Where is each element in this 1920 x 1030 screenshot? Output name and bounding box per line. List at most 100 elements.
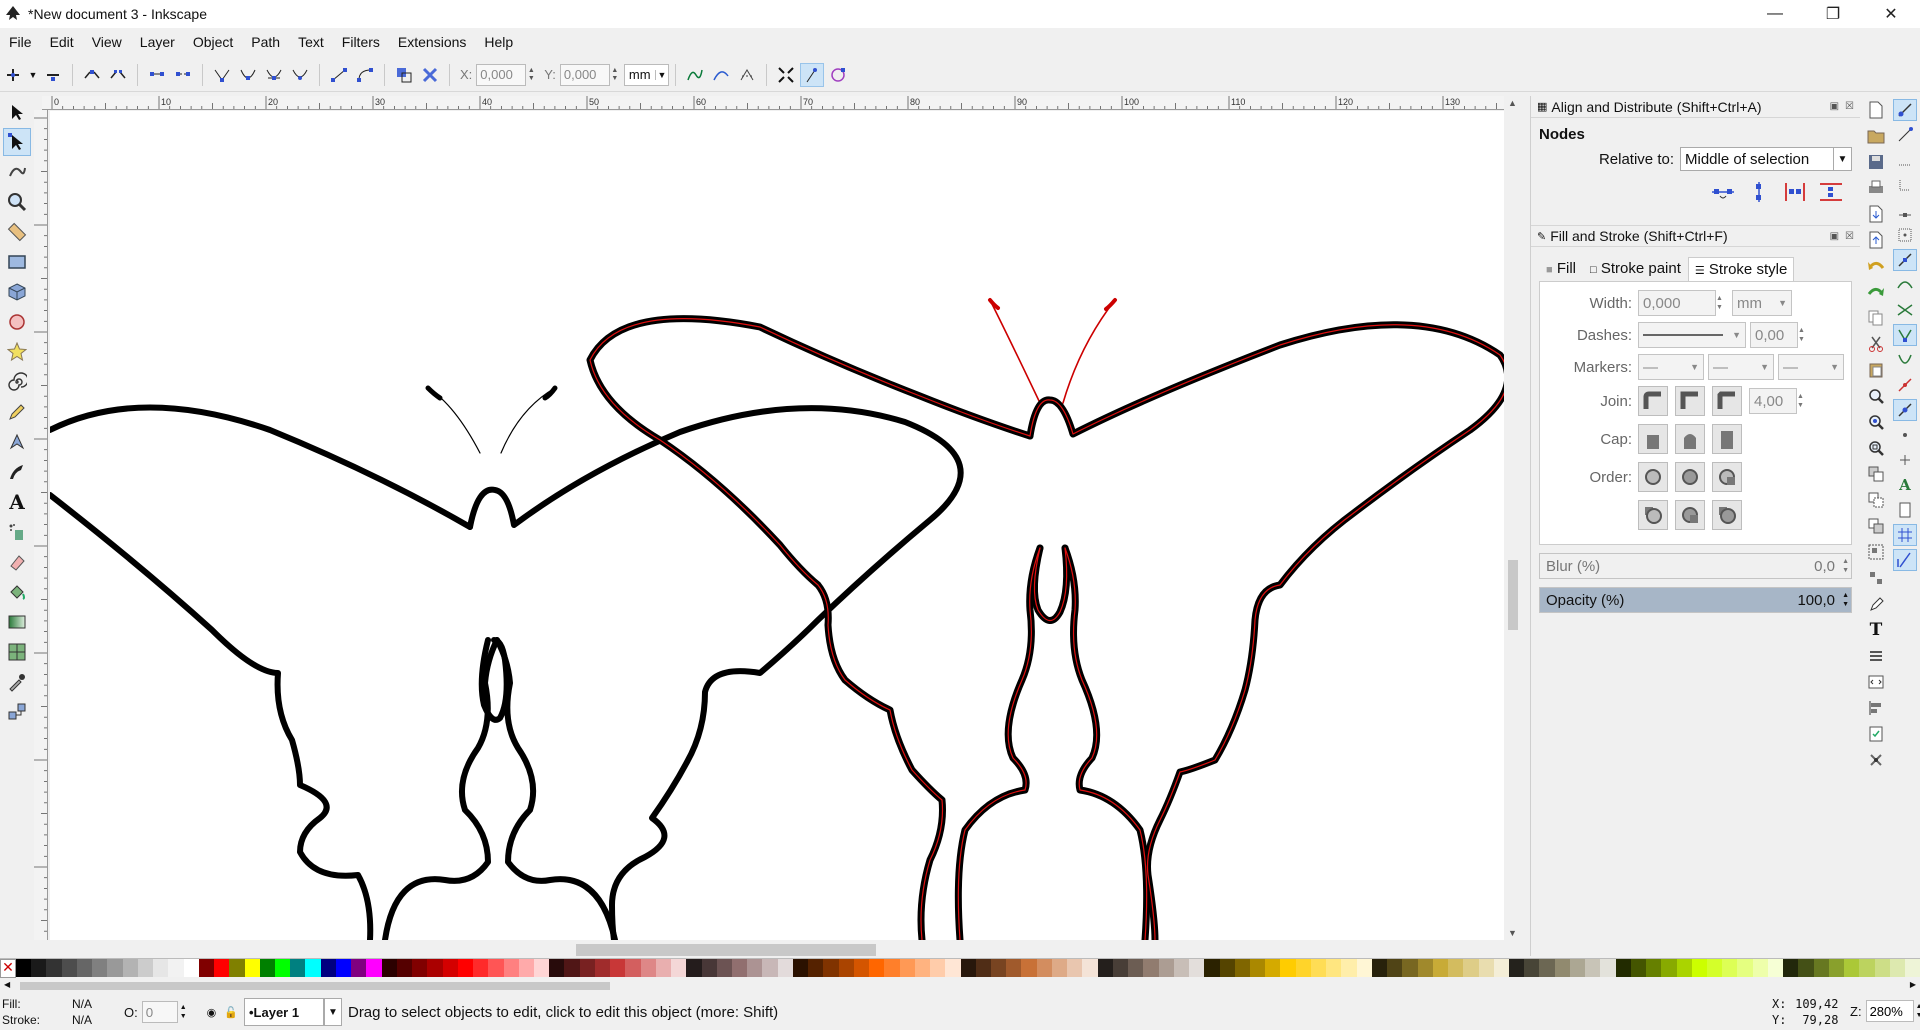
snap-text-baseline-icon[interactable]: A [1893, 474, 1917, 496]
color-swatch[interactable] [1387, 959, 1403, 977]
color-swatch[interactable] [1402, 959, 1418, 977]
color-swatch[interactable] [518, 959, 534, 977]
color-swatch[interactable] [1280, 959, 1296, 977]
color-swatch[interactable] [274, 959, 291, 977]
distribute-nodes-horizontal-icon[interactable] [1780, 179, 1810, 205]
color-swatch[interactable] [168, 959, 184, 977]
start-marker-select[interactable]: — ▼ [1638, 354, 1704, 380]
blur-spinner-icon[interactable]: ▲ ▼ [1842, 557, 1849, 575]
show-path-effect-icon[interactable] [709, 63, 733, 87]
current-layer-select[interactable]: • Layer 1 [243, 998, 324, 1026]
delete-segment-icon[interactable] [171, 63, 195, 87]
palette-scrollbar[interactable]: ◀ ▶ [0, 980, 1920, 992]
zoom-drawing-icon[interactable] [1864, 411, 1888, 433]
color-swatch[interactable] [1859, 959, 1875, 977]
show-handles-icon[interactable] [800, 62, 825, 87]
color-swatch[interactable] [1006, 959, 1022, 977]
align-nodes-vertical-icon[interactable] [1744, 179, 1774, 205]
color-swatch[interactable] [1676, 959, 1692, 977]
color-swatch[interactable] [1158, 959, 1174, 977]
miter-spinner-icon[interactable]: ▲ ▼ [1797, 392, 1809, 410]
new-document-icon[interactable] [1864, 99, 1888, 121]
color-swatch[interactable] [1067, 959, 1083, 977]
menu-layer[interactable]: Layer [131, 34, 184, 50]
show-transform-handles-icon[interactable] [774, 63, 798, 87]
layer-visibility-icon[interactable]: ◉ [207, 1006, 217, 1019]
color-swatch[interactable] [625, 959, 641, 977]
insert-dropdown-icon[interactable]: ▼ [27, 63, 39, 87]
vertical-scrollbar[interactable]: ▲ ▼ [1506, 96, 1520, 940]
color-swatch[interactable] [701, 959, 717, 977]
color-swatch[interactable] [1783, 959, 1799, 977]
color-swatch[interactable] [762, 959, 778, 977]
close-icon[interactable]: ✕ [1862, 0, 1920, 28]
star-tool-icon[interactable] [3, 338, 31, 366]
document-properties-icon[interactable] [1864, 749, 1888, 771]
show-path-outline-icon[interactable] [826, 63, 850, 87]
redo-icon[interactable] [1864, 281, 1888, 303]
order-markers-stroke-fill-icon[interactable] [1712, 500, 1742, 530]
unlink-clone-icon[interactable] [1864, 515, 1888, 537]
calligraphy-tool-icon[interactable] [3, 458, 31, 486]
color-swatch[interactable] [1249, 959, 1266, 977]
snap-guide-icon[interactable] [1893, 549, 1917, 571]
color-swatch[interactable] [1585, 959, 1601, 977]
paint-bucket-tool-icon[interactable] [3, 578, 31, 606]
vertical-scroll-thumb[interactable] [1508, 560, 1518, 630]
mid-marker-select[interactable]: — ▼ [1708, 354, 1774, 380]
3d-box-tool-icon[interactable] [3, 278, 31, 306]
snap-object-midpoint-icon[interactable] [1893, 424, 1917, 446]
connector-tool-icon[interactable] [3, 698, 31, 726]
snap-smooth-nodes-icon[interactable] [1893, 349, 1917, 371]
text-tool-icon[interactable]: A [3, 488, 31, 516]
color-swatch[interactable] [1844, 959, 1860, 977]
print-icon[interactable] [1864, 177, 1888, 199]
snap-bbox-center-icon[interactable] [1893, 224, 1917, 246]
color-swatch[interactable] [381, 959, 397, 977]
color-swatch[interactable] [351, 959, 367, 977]
snap-enable-icon[interactable] [1893, 99, 1917, 121]
scroll-up-icon[interactable]: ▲ [1508, 98, 1517, 108]
color-swatch[interactable] [442, 959, 458, 977]
color-swatch[interactable] [945, 959, 961, 977]
color-swatch[interactable] [153, 959, 169, 977]
order-stroke-fill-markers-icon[interactable] [1675, 462, 1705, 492]
color-swatch[interactable] [610, 959, 626, 977]
color-swatch[interactable] [975, 959, 991, 977]
order-fill-markers-stroke-icon[interactable] [1712, 462, 1742, 492]
width-spinner-icon[interactable]: ▲ ▼ [1716, 294, 1728, 312]
zoom-tool-icon[interactable] [3, 188, 31, 216]
text-font-dialog-icon[interactable]: T [1864, 619, 1888, 641]
dock-iconify-icon[interactable]: ▣ [1830, 231, 1839, 242]
snap-rotation-center-icon[interactable] [1893, 449, 1917, 471]
color-swatch[interactable] [1082, 959, 1098, 977]
color-swatch[interactable] [1798, 959, 1814, 977]
cut-icon[interactable] [1864, 333, 1888, 355]
mesh-tool-icon[interactable] [3, 638, 31, 666]
order-markers-fill-stroke-icon[interactable] [1638, 500, 1668, 530]
fill-stroke-indicator[interactable]: Fill: N/A Stroke: N/A [0, 996, 110, 1028]
width-unit-select[interactable]: mm ▼ [1732, 290, 1792, 316]
status-opacity-input[interactable] [141, 1001, 178, 1023]
color-swatch[interactable] [640, 959, 656, 977]
snap-bbox-corner-icon[interactable] [1893, 174, 1917, 196]
color-swatch[interactable] [1478, 959, 1494, 977]
scroll-down-icon[interactable]: ▼ [1508, 928, 1517, 938]
color-swatch[interactable] [671, 959, 687, 977]
color-swatch[interactable] [1493, 959, 1509, 977]
chevron-down-icon[interactable]: ▼ [323, 998, 342, 1026]
butterfly-black[interactable] [50, 385, 964, 940]
join-nodes-icon[interactable] [80, 63, 104, 87]
measure-tool-icon[interactable] [3, 218, 31, 246]
color-swatch[interactable] [31, 959, 47, 977]
menu-path[interactable]: Path [242, 34, 289, 50]
copy-icon[interactable] [1864, 307, 1888, 329]
color-swatch[interactable] [991, 959, 1007, 977]
node-smooth-icon[interactable] [236, 63, 260, 87]
color-swatch[interactable] [1310, 959, 1327, 977]
color-swatch[interactable] [899, 959, 915, 977]
color-swatch[interactable] [1752, 959, 1768, 977]
color-swatch[interactable] [1874, 959, 1890, 977]
color-swatch[interactable] [396, 959, 413, 977]
opacity-slider[interactable]: Opacity (%) 100,0 ▲ ▼ [1539, 587, 1852, 613]
